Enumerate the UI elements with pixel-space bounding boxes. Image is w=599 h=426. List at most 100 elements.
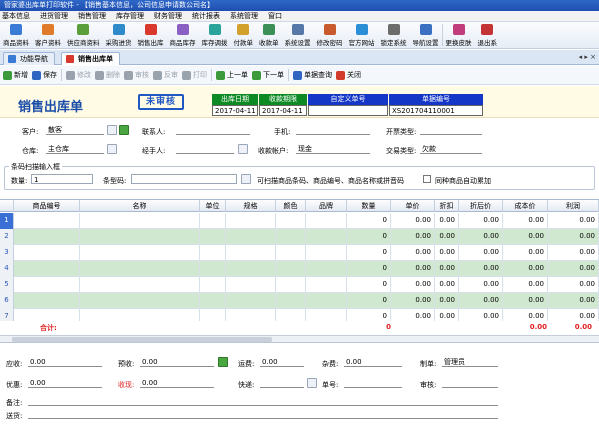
handler-select-icon[interactable] — [238, 144, 248, 154]
cell-name[interactable] — [80, 277, 200, 293]
handler-field[interactable] — [176, 144, 234, 154]
cell-profit[interactable]: 0.00 — [548, 277, 599, 293]
menu-sales[interactable]: 销售管理 — [78, 11, 106, 21]
tracking-number-field[interactable] — [344, 378, 402, 388]
cell-product-code[interactable] — [14, 229, 80, 245]
toolbar-customer-info-button[interactable]: 客户资料 — [32, 22, 64, 49]
cell-name[interactable] — [80, 293, 200, 309]
cell-color[interactable] — [276, 261, 306, 277]
col-header-profit[interactable]: 利润 — [548, 200, 599, 212]
quantity-input[interactable]: 1 — [31, 174, 93, 184]
cell-cost[interactable]: 0.00 — [503, 261, 548, 277]
cell-spec[interactable] — [226, 229, 276, 245]
cell-unit[interactable] — [200, 293, 226, 309]
col-header-price[interactable]: 单价 — [391, 200, 435, 212]
cell-color[interactable] — [276, 213, 306, 229]
cell-brand[interactable] — [306, 261, 347, 277]
prepaid-field[interactable]: 0.00 — [140, 357, 214, 367]
col-header-brand[interactable]: 品牌 — [306, 200, 347, 212]
toolbar-purchase-in-button[interactable]: 采购进货 — [103, 22, 135, 49]
table-row[interactable]: 4 0 0.00 0.00 0.00 0.00 0.00 — [0, 261, 599, 277]
toolbar-product-info-button[interactable]: 商品资料 — [0, 22, 32, 49]
cell-quantity[interactable]: 0 — [347, 245, 391, 261]
cell-price[interactable]: 0.00 — [391, 229, 435, 245]
cell-profit[interactable]: 0.00 — [548, 213, 599, 229]
barcode-input[interactable] — [131, 174, 237, 184]
cell-price[interactable]: 0.00 — [391, 293, 435, 309]
cell-after-discount[interactable]: 0.00 — [459, 213, 503, 229]
express-select-icon[interactable] — [307, 378, 317, 388]
menu-inventory[interactable]: 库存管理 — [116, 11, 144, 21]
new-button[interactable]: 新增 — [3, 70, 28, 80]
cell-unit[interactable] — [200, 261, 226, 277]
toolbar-nav-settings-button[interactable]: 导航设置 — [410, 22, 442, 49]
unaudit-button[interactable]: 反审 — [153, 70, 178, 80]
cell-quantity[interactable]: 0 — [347, 277, 391, 293]
horizontal-scrollbar[interactable] — [0, 335, 599, 342]
menu-system[interactable]: 系统管理 — [230, 11, 258, 21]
date-field[interactable]: 2017-04-11 — [212, 105, 258, 116]
col-header-unit[interactable]: 单位 — [200, 200, 226, 212]
due-field[interactable]: 0.00 — [28, 357, 102, 367]
received-field[interactable]: 0.00 — [140, 378, 214, 388]
cell-brand[interactable] — [306, 213, 347, 229]
col-header-spec[interactable]: 规格 — [226, 200, 276, 212]
cell-product-code[interactable] — [14, 261, 80, 277]
col-header-color[interactable]: 颜色 — [276, 200, 306, 212]
customer-select-icon[interactable] — [107, 125, 117, 135]
tab-sales-outbound[interactable]: 销售出库单 — [61, 52, 120, 65]
col-header-cost[interactable]: 成本价 — [503, 200, 548, 212]
cell-brand[interactable] — [306, 293, 347, 309]
cell-after-discount[interactable]: 0.00 — [459, 277, 503, 293]
toolbar-payment-button[interactable]: 付款单 — [231, 22, 257, 49]
cell-color[interactable] — [276, 245, 306, 261]
cell-profit[interactable]: 0.00 — [548, 229, 599, 245]
cell-cost[interactable]: 0.00 — [503, 229, 548, 245]
tab-nav-arrows[interactable]: ◂ ▸ × — [579, 53, 596, 61]
toolbar-exit-button[interactable]: 退出系 — [475, 22, 501, 49]
cell-product-code[interactable] — [14, 293, 80, 309]
contact-field[interactable] — [176, 125, 250, 135]
cell-unit[interactable] — [200, 245, 226, 261]
col-header-after-discount[interactable]: 折后价 — [459, 200, 503, 212]
remark-field[interactable] — [28, 396, 498, 406]
previous-button[interactable]: 上一单 — [216, 70, 248, 80]
add-customer-icon[interactable] — [119, 125, 129, 135]
cell-profit[interactable]: 0.00 — [548, 261, 599, 277]
cell-spec[interactable] — [226, 293, 276, 309]
shipping-field[interactable] — [28, 409, 498, 419]
cell-after-discount[interactable]: 0.00 — [459, 245, 503, 261]
cell-spec[interactable] — [226, 277, 276, 293]
col-header-rownum[interactable] — [0, 200, 14, 212]
toolbar-settings-button[interactable]: 系统设置 — [282, 22, 314, 49]
cell-discount[interactable]: 0.00 — [435, 213, 459, 229]
cell-brand[interactable] — [306, 245, 347, 261]
edit-button[interactable]: 修改 — [66, 70, 91, 80]
table-row[interactable]: 6 0 0.00 0.00 0.00 0.00 0.00 — [0, 293, 599, 309]
auto-add-checkbox[interactable] — [423, 175, 431, 183]
warehouse-field[interactable]: 主仓库 — [46, 144, 104, 154]
table-row[interactable]: 2 0 0.00 0.00 0.00 0.00 0.00 — [0, 229, 599, 245]
cell-discount[interactable]: 0.00 — [435, 293, 459, 309]
invoice-type-field[interactable] — [420, 125, 482, 135]
cell-spec[interactable] — [226, 261, 276, 277]
cell-name[interactable] — [80, 213, 200, 229]
cell-color[interactable] — [276, 293, 306, 309]
express-field[interactable] — [260, 378, 304, 388]
cell-color[interactable] — [276, 229, 306, 245]
cell-discount[interactable]: 0.00 — [435, 261, 459, 277]
next-button[interactable]: 下一单 — [252, 70, 284, 80]
cell-price[interactable]: 0.00 — [391, 245, 435, 261]
warehouse-select-icon[interactable] — [107, 144, 117, 154]
cell-brand[interactable] — [306, 277, 347, 293]
due-date-field[interactable]: 2017-04-11 — [259, 105, 307, 116]
table-row[interactable]: 1 0 0.00 0.00 0.00 0.00 0.00 — [0, 213, 599, 229]
cell-price[interactable]: 0.00 — [391, 277, 435, 293]
cell-unit[interactable] — [200, 277, 226, 293]
menu-purchase[interactable]: 进货管理 — [40, 11, 68, 21]
toolbar-skin-button[interactable]: 更换皮肤 — [443, 22, 475, 49]
cell-profit[interactable]: 0.00 — [548, 293, 599, 309]
cell-unit[interactable] — [200, 229, 226, 245]
cell-after-discount[interactable]: 0.00 — [459, 229, 503, 245]
toolbar-stock-button[interactable]: 商品库存 — [167, 22, 199, 49]
